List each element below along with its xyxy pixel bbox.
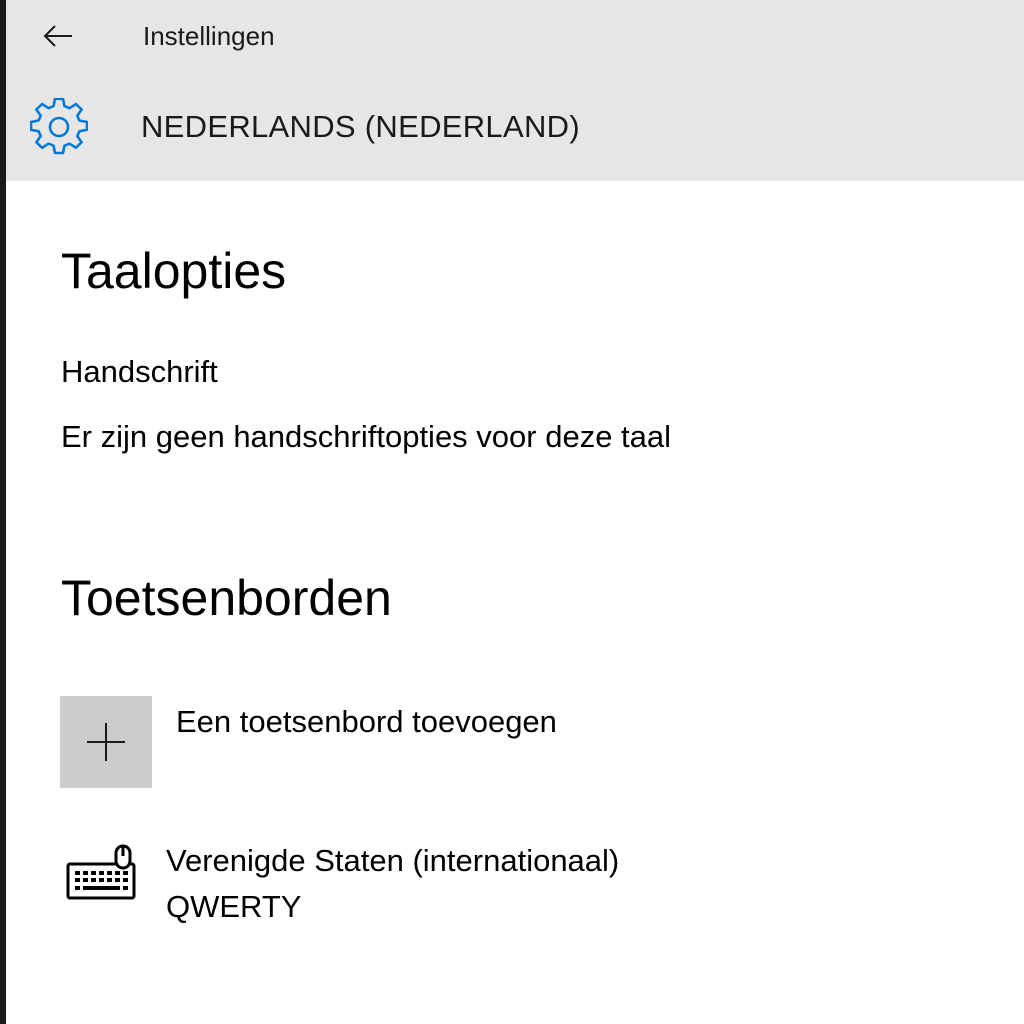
add-keyboard-button[interactable] <box>60 696 152 788</box>
main-content: Taalopties Handschrift Er zijn geen hand… <box>0 181 1024 1024</box>
handwriting-status: Er zijn geen handschriftopties voor deze… <box>61 419 672 454</box>
arrow-left-icon <box>43 25 72 47</box>
add-keyboard-label[interactable]: Een toetsenbord toevoegen <box>176 702 557 742</box>
plus-icon <box>87 723 125 761</box>
settings-window: Instellingen NEDERLANDS (NEDERLAND) Taal… <box>0 0 1024 1024</box>
title-bar: Instellingen <box>6 0 1024 70</box>
page-header: NEDERLANDS (NEDERLAND) <box>6 70 1024 181</box>
gear-icon <box>30 98 88 155</box>
keyboard-layout: QWERTY <box>166 889 302 924</box>
section-heading-keyboards: Toetsenborden <box>61 570 392 626</box>
page-title: NEDERLANDS (NEDERLAND) <box>141 109 580 144</box>
back-button[interactable] <box>36 14 80 58</box>
window-title: Instellingen <box>143 21 275 51</box>
handwriting-label: Handschrift <box>61 354 218 389</box>
keyboard-list-item[interactable]: Verenigde Staten (internationaal) QWERTY <box>60 836 820 936</box>
keyboard-name: Verenigde Staten (internationaal) <box>166 843 620 878</box>
section-heading-language-options: Taalopties <box>61 243 287 299</box>
keyboard-icon <box>66 844 136 900</box>
